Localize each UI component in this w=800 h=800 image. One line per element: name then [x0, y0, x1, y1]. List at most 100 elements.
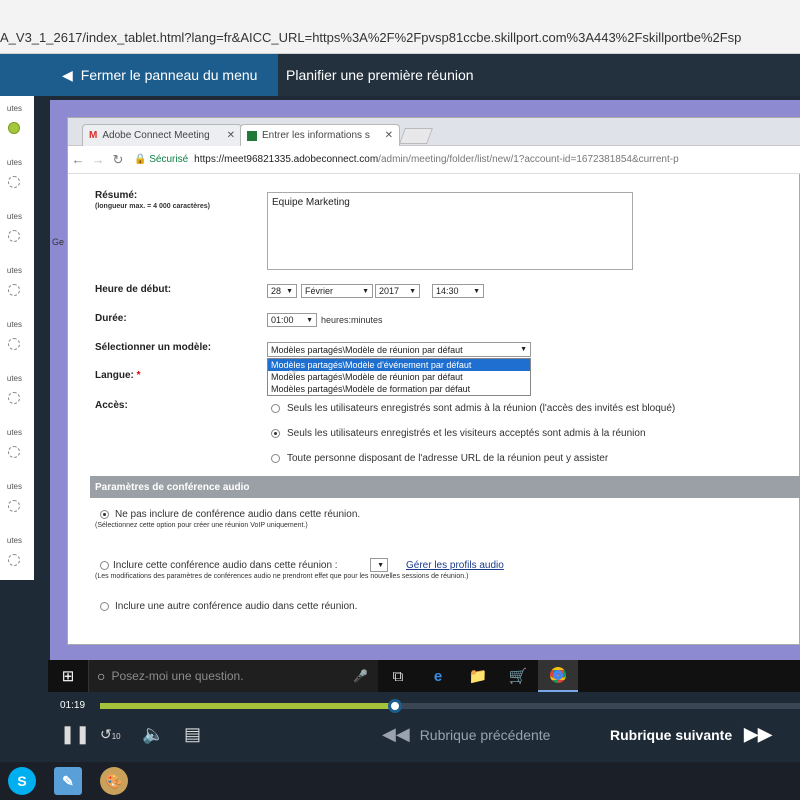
dropdown-arrow-icon: ▼	[520, 346, 527, 353]
meeting-form: Résumé: (longueur max. = 4 000 caractère…	[68, 174, 800, 646]
close-menu-label: Fermer le panneau du menu	[80, 67, 258, 83]
language-label: Langue: *	[95, 370, 141, 381]
start-month-select[interactable]: Février ▼	[301, 284, 373, 298]
access-radio-anyone[interactable]	[271, 454, 280, 463]
sidebar-item[interactable]: utes	[0, 420, 34, 474]
audio-radio-other[interactable]	[100, 602, 109, 611]
volume-icon[interactable]: 🔈	[142, 724, 164, 745]
pending-icon	[8, 554, 20, 566]
pending-icon	[8, 446, 20, 458]
task-view-icon[interactable]: ⧉	[378, 660, 418, 692]
windows-start-icon[interactable]: ⊞	[48, 660, 88, 692]
progress-knob[interactable]	[388, 699, 403, 713]
sidebar-item[interactable]: utes	[0, 150, 34, 204]
player-controls: 01:19 ❚❚ ↺10 🔈 ▤ ◀◀ Rubrique précédente …	[48, 692, 800, 762]
browser-url[interactable]: A_V3_1_2617/index_tablet.html?lang=fr&AI…	[0, 30, 741, 45]
store-icon[interactable]: 🛒	[498, 660, 538, 692]
sidebar-item[interactable]: utes	[0, 528, 34, 582]
pending-icon	[8, 230, 20, 242]
progress-fill	[100, 703, 396, 709]
sidebar-item[interactable]: utes	[0, 474, 34, 528]
access-option-text: Toute personne disposant de l'adresse UR…	[287, 453, 609, 464]
dropdown-arrow-icon: ▼	[409, 287, 416, 295]
resume-textarea[interactable]: Equipe Marketing	[267, 192, 633, 270]
adobe-connect-icon	[247, 130, 257, 141]
pending-icon	[8, 500, 20, 512]
duration-select[interactable]: 01:00 ▼	[267, 313, 317, 327]
edge-icon[interactable]: e	[418, 660, 458, 692]
dropdown-arrow-icon: ▼	[306, 316, 313, 324]
skype-icon[interactable]: S	[8, 767, 36, 795]
cortana-search[interactable]: ○ Posez-moi une question. 🎤	[88, 660, 378, 692]
tab-adobe-connect-meeting[interactable]: M Adobe Connect Meeting ✕	[82, 124, 242, 146]
dropdown-arrow-icon: ▼	[286, 287, 293, 295]
transcript-icon[interactable]: ▤	[184, 724, 201, 745]
sidebar-item[interactable]: utes	[0, 366, 34, 420]
start-hour-select[interactable]: 14:30 ▼	[432, 284, 484, 298]
audio-option-sub: (Sélectionnez cette option pour créer un…	[95, 522, 308, 529]
start-time-label: Heure de début:	[95, 284, 172, 295]
start-day-select[interactable]: 28 ▼	[267, 284, 297, 298]
close-menu-button[interactable]: ◀ Fermer le panneau du menu	[58, 54, 276, 96]
previous-icon: ◀◀	[382, 724, 410, 744]
host-taskbar: S ✎ 🎨	[0, 762, 800, 800]
audio-profile-select[interactable]: ▼	[370, 558, 388, 572]
sidebar-item[interactable]: utes	[0, 258, 34, 312]
access-radio-registered-and-guests[interactable]	[271, 429, 280, 438]
mouse-pointer-icon: ☞	[288, 366, 299, 380]
audio-option-text: Inclure cette conférence audio dans cett…	[113, 560, 338, 571]
replay-10-icon[interactable]: ↺10	[100, 726, 121, 743]
browser-address-bar[interactable]: A_V3_1_2617/index_tablet.html?lang=fr&AI…	[0, 0, 800, 54]
template-dropdown: Modèles partagés\Modèle d'événement par …	[267, 358, 531, 396]
tab-entrer-informations[interactable]: Entrer les informations s ✕	[240, 124, 400, 146]
start-year-select[interactable]: 2017 ▼	[375, 284, 420, 298]
close-icon[interactable]: ✕	[385, 130, 393, 141]
dropdown-arrow-icon: ▼	[473, 287, 480, 295]
completed-icon	[8, 122, 20, 134]
reload-icon[interactable]: ↻	[108, 152, 128, 168]
lesson-title: Planifier une première réunion	[278, 54, 800, 96]
access-radio-registered-only[interactable]	[271, 404, 280, 413]
inner-url[interactable]: https://meet96821335.adobeconnect.com/ad…	[194, 154, 679, 165]
sidebar-item[interactable]: utes	[0, 96, 34, 150]
new-tab-button[interactable]	[399, 128, 433, 144]
manage-audio-profiles-link[interactable]: Gérer les profils audio	[406, 560, 504, 571]
cortana-icon: ○	[97, 668, 106, 684]
sidebar-item[interactable]: utes	[0, 204, 34, 258]
next-icon: ▶▶	[744, 724, 772, 744]
audio-radio-none[interactable]	[100, 510, 109, 519]
inner-address-bar: ← → ↻ 🔒 Sécurisé https://meet96821335.ad…	[68, 146, 800, 174]
audio-option-text: Ne pas inclure de conférence audio dans …	[115, 509, 361, 520]
audio-radio-include[interactable]	[100, 561, 109, 570]
windows-taskbar: ⊞ ○ Posez-moi une question. 🎤 ⧉ e 📁 🛒	[48, 660, 800, 692]
template-option[interactable]: Modèles partagés\Modèle de formation par…	[268, 383, 530, 395]
microphone-icon[interactable]: 🎤	[353, 669, 368, 683]
close-icon[interactable]: ✕	[227, 130, 235, 141]
tab-strip: M Adobe Connect Meeting ✕ Entrer les inf…	[68, 118, 800, 146]
template-option[interactable]: Modèles partagés\Modèle d'événement par …	[268, 359, 530, 371]
resume-label: Résumé:	[95, 190, 138, 201]
sidebar-item[interactable]: utes	[0, 312, 34, 366]
audio-option-sub: (Les modifications des paramètres de con…	[95, 573, 469, 580]
pending-icon	[8, 284, 20, 296]
previous-topic-button[interactable]: ◀◀ Rubrique précédente	[382, 724, 550, 745]
duration-unit: heures:minutes	[321, 315, 383, 325]
audio-section-header: Paramètres de conférence audio	[90, 476, 800, 498]
access-option-text: Seuls les utilisateurs enregistrés et le…	[287, 428, 646, 439]
progress-track[interactable]	[100, 699, 800, 713]
forward-arrow-icon[interactable]: →	[88, 152, 108, 167]
dropdown-arrow-icon: ▼	[362, 287, 369, 295]
chrome-icon[interactable]	[538, 660, 578, 692]
paint-icon[interactable]: 🎨	[100, 767, 128, 795]
notepad-icon[interactable]: ✎	[54, 767, 82, 795]
template-option[interactable]: Modèles partagés\Modèle de réunion par d…	[268, 371, 530, 383]
chevron-left-icon: ◀	[62, 66, 73, 83]
next-topic-button[interactable]: Rubrique suivante ▶▶	[610, 724, 772, 745]
duration-label: Durée:	[95, 313, 127, 324]
back-arrow-icon[interactable]: ←	[68, 152, 88, 167]
pause-icon[interactable]: ❚❚	[60, 724, 90, 745]
file-explorer-icon[interactable]: 📁	[458, 660, 498, 692]
template-select[interactable]: Modèles partagés\Modèle de réunion par d…	[267, 342, 531, 357]
secure-indicator[interactable]: 🔒 Sécurisé	[134, 154, 188, 165]
current-time: 01:19	[60, 700, 86, 711]
